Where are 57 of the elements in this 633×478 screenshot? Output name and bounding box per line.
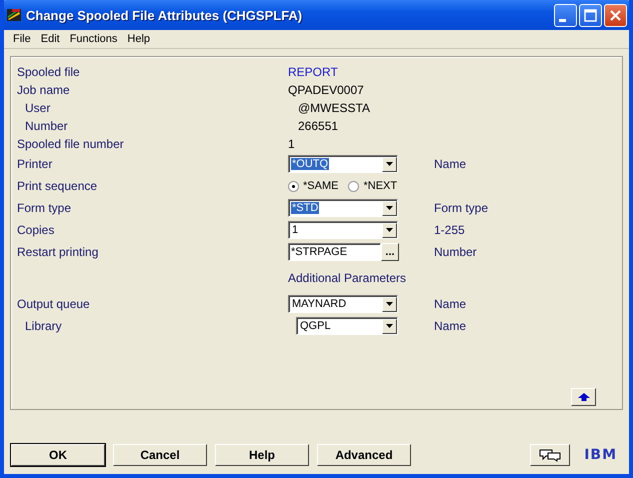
section-heading: Additional Parameters [286, 270, 408, 287]
field-label: Job name [17, 83, 71, 97]
dropdown-icon[interactable] [382, 222, 397, 238]
combo-box[interactable]: *OUTQ [288, 155, 398, 173]
field-label: Printer [17, 157, 54, 171]
menu-item[interactable]: Help [122, 33, 156, 45]
field-hint: Form type [433, 201, 490, 215]
menu-item[interactable]: Functions [64, 33, 122, 45]
field-label: Print sequence [17, 179, 98, 193]
field-value: @MWESSTA [297, 101, 370, 115]
combo-box[interactable]: MAYNARD [288, 295, 398, 313]
field-label: Copies [17, 223, 56, 237]
field-label: Form type [17, 201, 72, 215]
up-arrow-icon [578, 393, 590, 401]
dropdown-icon[interactable] [382, 318, 397, 334]
field-label: Restart printing [17, 245, 100, 259]
scroll-up-button[interactable] [571, 388, 596, 406]
chat-button[interactable] [530, 444, 570, 466]
input-field[interactable]: *STRPAGE [288, 243, 381, 261]
app-icon [6, 7, 22, 23]
dropdown-icon[interactable] [382, 156, 397, 172]
field-hint: Name [433, 157, 468, 171]
field-value: 1 [288, 137, 295, 151]
field-label: User [24, 101, 52, 115]
browse-button[interactable]: ... [381, 243, 399, 261]
minimize-button[interactable] [554, 4, 577, 26]
menu-item[interactable]: Edit [36, 33, 65, 45]
dropdown-icon[interactable] [382, 200, 397, 216]
maximize-button[interactable] [579, 4, 602, 26]
speech-bubbles-icon [539, 448, 562, 462]
dialog-button[interactable]: Advanced [317, 444, 411, 466]
minimize-icon [559, 18, 566, 22]
combo-box[interactable]: *STD [288, 199, 398, 217]
menu-item[interactable]: File [8, 33, 36, 45]
radio-option[interactable]: *SAME [288, 180, 338, 192]
field-label: Number [24, 119, 69, 133]
dropdown-icon[interactable] [382, 296, 397, 312]
field-hint: Name [433, 297, 468, 311]
dialog-button[interactable]: Help [215, 444, 309, 466]
combo-box[interactable]: QGPL [296, 317, 398, 335]
field-hint: Name [433, 319, 468, 333]
field-label: Library [24, 319, 63, 333]
dialog-button[interactable]: OK [11, 444, 105, 466]
field-label: Output queue [17, 297, 91, 311]
field-label: Spooled file number [17, 137, 125, 151]
field-value: QPADEV0007 [288, 83, 364, 97]
field-hint: 1-255 [433, 223, 466, 237]
field-value: 266551 [297, 119, 338, 133]
field-value: REPORT [288, 65, 338, 79]
field-label: Spooled file [17, 65, 81, 79]
window-title: Change Spooled File Attributes (CHGSPLFA) [26, 8, 304, 22]
dialog-button[interactable]: Cancel [113, 444, 207, 466]
close-button[interactable] [604, 4, 627, 26]
field-hint: Number [433, 245, 478, 259]
combo-box[interactable]: 1 [288, 221, 398, 239]
radio-option[interactable]: *NEXT [348, 180, 398, 192]
logo: IBM [583, 447, 618, 465]
